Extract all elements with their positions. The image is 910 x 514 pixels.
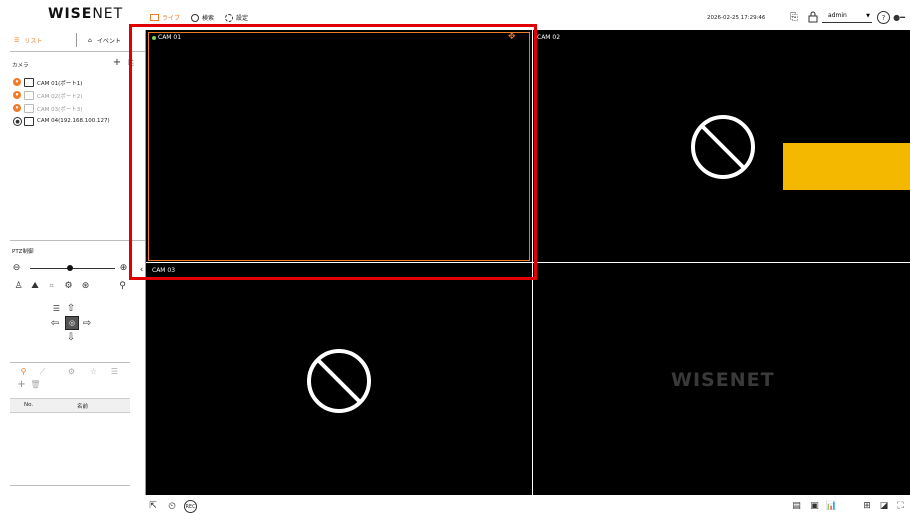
list-icon: ☰: [14, 37, 20, 44]
swing-icon[interactable]: ⟋: [38, 367, 47, 376]
ptz-center-icon[interactable]: ◎: [65, 316, 79, 330]
highlight-box: [129, 24, 537, 280]
camera-section-title: カメラ: [12, 63, 29, 69]
camera-icon: [24, 91, 34, 100]
topnav-live[interactable]: ライブ: [150, 13, 180, 22]
event-icon: ⌂: [88, 37, 92, 44]
zoom-out-icon[interactable]: ⊖: [12, 263, 21, 273]
topnav-live-label: ライブ: [162, 15, 181, 22]
tile-label: CAM 02: [537, 34, 561, 41]
osd-icon[interactable]: ▤: [791, 501, 802, 511]
logout-icon[interactable]: ●━: [893, 13, 905, 22]
preset-col-name: 名前: [77, 404, 89, 410]
tab-event-label: イベント: [96, 38, 121, 45]
stats-icon[interactable]: 📊: [826, 501, 837, 511]
camera-icon: [24, 104, 34, 113]
arrow-left-icon[interactable]: ⇦: [50, 318, 60, 329]
camera-status-badge: ●: [13, 117, 22, 126]
camera-item-label[interactable]: CAM 01(ポート1): [37, 79, 82, 87]
zoom-slider-thumb[interactable]: [67, 265, 73, 271]
tab-underline: [10, 51, 145, 52]
topnav-search[interactable]: 検索: [191, 13, 214, 22]
tab-event[interactable]: ⌂ イベント: [88, 36, 121, 45]
help-icon[interactable]: ?: [877, 11, 890, 24]
ptz-menu-icon[interactable]: ☰: [52, 304, 61, 313]
focus-icon[interactable]: ⌗: [47, 281, 56, 290]
add-camera-icon[interactable]: +: [112, 57, 122, 68]
fullscreen-icon[interactable]: ⛶: [895, 501, 906, 511]
arrow-down-icon[interactable]: ⇩: [66, 332, 76, 343]
person-icon[interactable]: ♙: [14, 281, 23, 291]
camera-icon: [24, 117, 34, 126]
topnav-search-label: 検索: [202, 15, 215, 22]
camera-item-label[interactable]: CAM 03(ポート3): [37, 105, 82, 113]
tab-list-label: リスト: [24, 38, 43, 45]
topnav-settings-label: 設定: [236, 15, 249, 22]
all-channels-icon[interactable]: ⊞: [861, 501, 873, 511]
export-icon[interactable]: ⇱: [148, 501, 158, 511]
arrow-up-icon[interactable]: ⇧: [66, 303, 76, 314]
zoom-in-icon[interactable]: ⊕: [119, 263, 128, 273]
ptz-divider: [10, 240, 145, 241]
group-icon[interactable]: ⚙: [67, 367, 76, 376]
layout-icon[interactable]: ▣: [809, 501, 820, 511]
record-icon[interactable]: REC: [184, 500, 197, 513]
camera-icon: [24, 78, 34, 87]
video-tile[interactable]: CAM 03: [146, 263, 532, 495]
user-select[interactable]: admin ▼: [822, 12, 872, 23]
search-icon: [191, 13, 199, 22]
monitor-icon: [150, 14, 159, 21]
camera-item-label[interactable]: CAM 02(ポート2): [37, 92, 82, 100]
capture-icon[interactable]: ⏲: [166, 500, 178, 512]
iris-icon[interactable]: ⚙: [64, 281, 73, 291]
preset-col-no: No.: [24, 402, 34, 408]
tour-icon[interactable]: ☆: [89, 367, 98, 376]
no-signal-icon: [306, 348, 372, 418]
aperture-icon[interactable]: ⊛: [81, 281, 90, 291]
preset-table-bottom: [10, 485, 130, 486]
topnav-settings[interactable]: 設定: [225, 13, 248, 22]
logo-dark-text: WISE: [48, 6, 93, 22]
user-name: admin: [828, 12, 847, 19]
video-tile[interactable]: CAM 02: [533, 30, 910, 262]
preset-table-header: No. 名前: [10, 398, 130, 413]
header-datetime: 2026-02-25 17:29:46: [707, 15, 766, 21]
trace-icon[interactable]: ☰: [110, 367, 119, 376]
gear-icon: [225, 13, 233, 22]
arrow-right-icon[interactable]: ⇨: [82, 318, 92, 329]
camera-item-label[interactable]: CAM 04(192.168.100.127): [37, 118, 110, 124]
logo: WISENET: [48, 6, 123, 22]
yellow-panel: [783, 143, 910, 190]
split-icon[interactable]: ◪: [878, 501, 890, 511]
wrench-icon[interactable]: ⚲: [118, 281, 127, 291]
mountain-icon[interactable]: ⛰: [30, 281, 40, 291]
delete-preset-icon[interactable]: 🗑: [30, 380, 40, 389]
watermark-logo: WISENET: [671, 369, 775, 391]
no-signal-icon: [690, 114, 756, 184]
camera-status-badge: ⏺: [13, 91, 21, 99]
logo-light-text: NET: [92, 6, 124, 22]
preset-icon[interactable]: ⚲: [19, 367, 28, 376]
add-preset-icon[interactable]: +: [17, 379, 26, 390]
video-tile[interactable]: WISENET: [533, 263, 910, 495]
dropdown-icon: ▼: [866, 13, 870, 19]
camera-status-badge: ⏺: [13, 78, 21, 86]
camera-status-badge: ⏺: [13, 104, 21, 112]
tab-separator: [76, 33, 77, 47]
ptz-title: PTZ制御: [12, 249, 34, 255]
tab-list[interactable]: ☰ リスト: [14, 36, 42, 45]
preset-divider: [10, 362, 130, 363]
lock-icon[interactable]: [808, 11, 818, 23]
camera-status-icon[interactable]: ⎘: [788, 11, 800, 23]
